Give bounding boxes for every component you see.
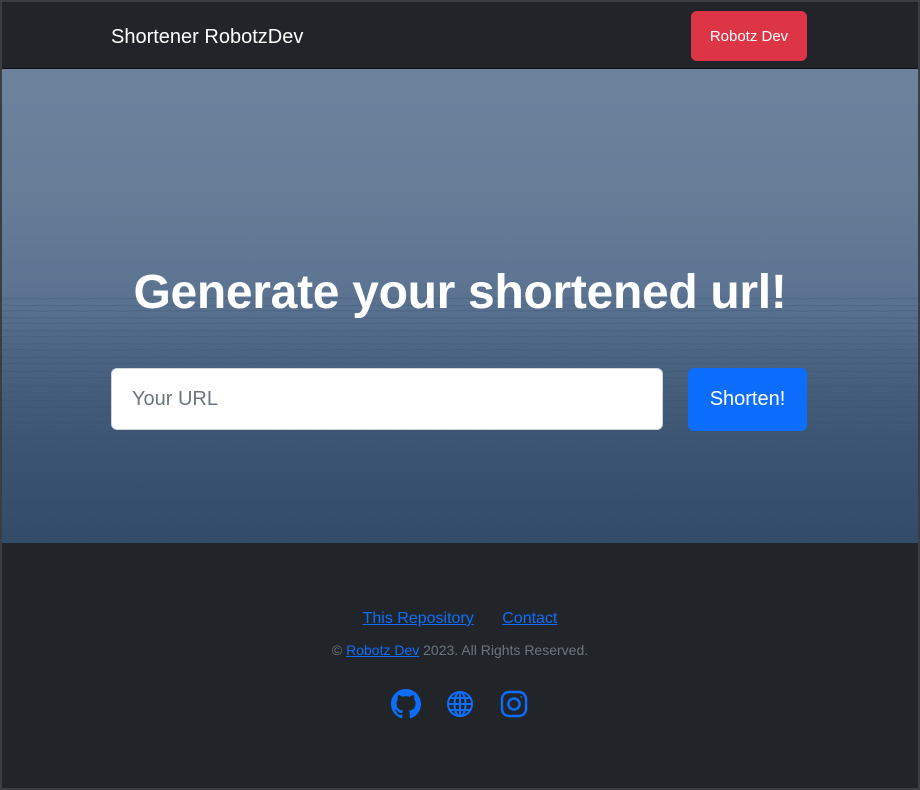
- copyright-author-link[interactable]: Robotz Dev: [346, 642, 419, 658]
- copyright: © Robotz Dev 2023. All Rights Reserved.: [2, 642, 918, 658]
- page-title: Generate your shortened url!: [133, 266, 787, 319]
- footer: This Repository Contact © Robotz Dev 202…: [2, 543, 918, 788]
- shorten-button[interactable]: Shorten!: [688, 368, 807, 431]
- robotz-dev-button[interactable]: Robotz Dev: [691, 11, 807, 61]
- github-icon[interactable]: [390, 689, 421, 719]
- navbar-brand[interactable]: Shortener RobotzDev: [111, 24, 303, 50]
- globe-icon[interactable]: [445, 689, 475, 719]
- url-input[interactable]: [111, 368, 663, 430]
- copyright-text: 2023. All Rights Reserved.: [423, 642, 589, 658]
- browser-viewport: Shortener RobotzDev Robotz Dev Generate …: [0, 0, 920, 790]
- copyright-symbol: ©: [331, 642, 343, 658]
- contact-link[interactable]: Contact: [502, 610, 557, 627]
- footer-links: This Repository Contact: [2, 610, 918, 628]
- instagram-icon[interactable]: [499, 689, 529, 719]
- social-links: [2, 689, 918, 719]
- hero-section: Generate your shortened url! Shorten!: [2, 69, 918, 543]
- repository-link[interactable]: This Repository: [363, 610, 474, 627]
- navbar: Shortener RobotzDev Robotz Dev: [2, 2, 918, 69]
